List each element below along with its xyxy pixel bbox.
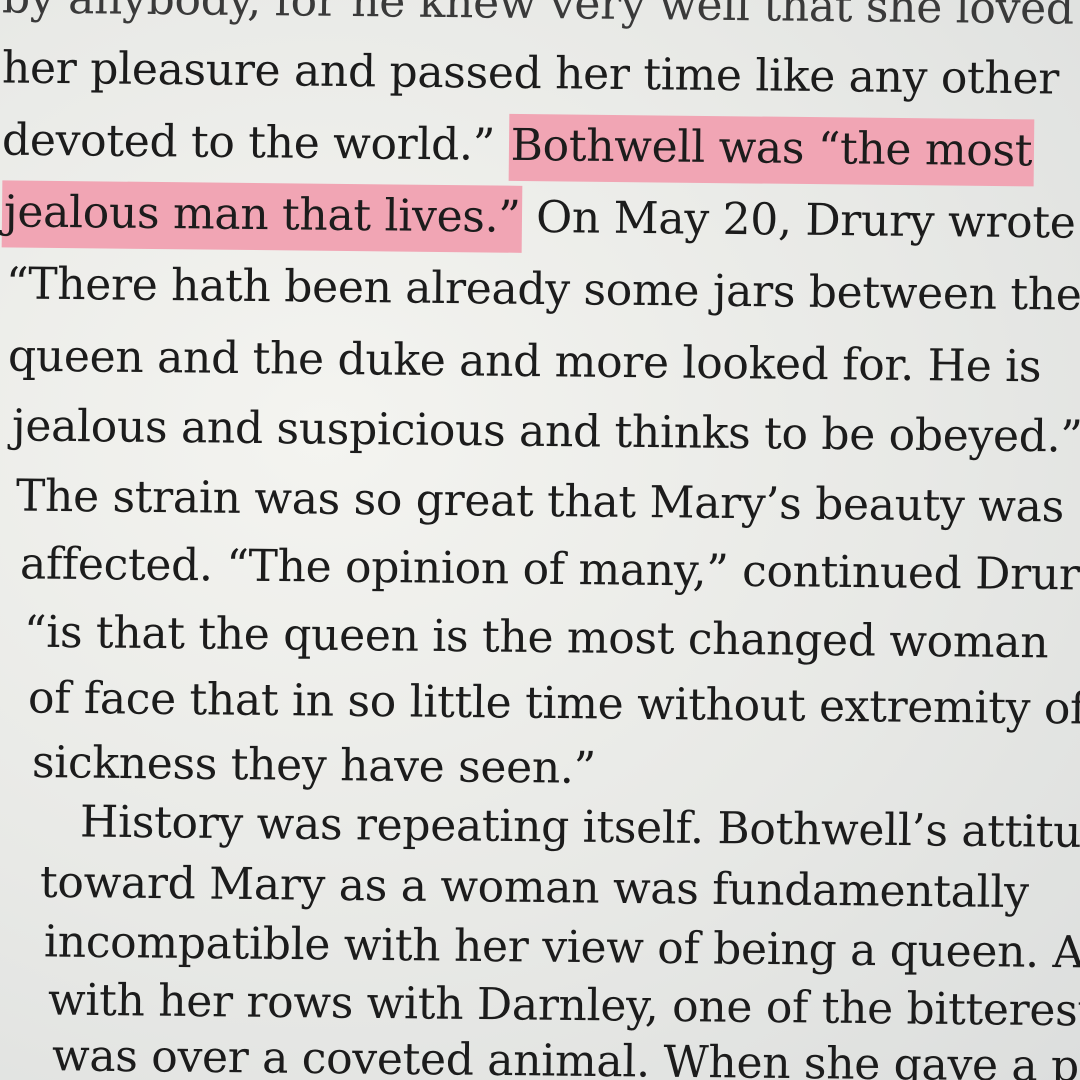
text-line-4: jealous man that lives.” On May 20, Drur… <box>1 180 1076 253</box>
highlighted-passage-part-1[interactable]: Bothwell was “the most <box>508 113 1035 187</box>
text-line-14: toward Mary as a woman was fundamentally <box>39 856 1029 919</box>
text-line-15: incompatible with her view of being a qu… <box>43 916 1080 979</box>
book-page-photo: by anybody, for he knew very well that s… <box>0 0 1080 1080</box>
text-line-9: affected. “The opinion of many,” continu… <box>19 538 1080 601</box>
text-line-8: The strain was so great that Mary’s beau… <box>15 470 1065 533</box>
text-line-3-start: devoted to the world.” <box>1 114 496 171</box>
highlighted-passage-part-2[interactable]: jealous man that lives.” <box>1 180 523 253</box>
text-line-7: jealous and suspicious and thinks to be … <box>11 400 1080 463</box>
text-line-3: devoted to the world.” Bothwell was “the… <box>2 113 1035 187</box>
text-line-12: sickness they have seen.” <box>31 737 597 794</box>
text-line-16: with her rows with Darnley, one of the b… <box>47 974 1080 1037</box>
text-line-11: of face that in so little time without e… <box>27 672 1080 735</box>
text-line-4-end: On May 20, Drury wrote <box>535 191 1076 249</box>
text-line-2: her pleasure and passed her time like an… <box>1 42 1060 105</box>
text-line-10: “is that the queen is the most changed w… <box>23 606 1049 669</box>
paragraph-2-first-line: History was repeating itself. Bothwell’s… <box>79 796 1080 859</box>
text-line-17: was over a coveted animal. When she gave… <box>51 1030 1080 1080</box>
text-line-1: by anybody, for he knew very well that s… <box>1 0 1075 35</box>
text-line-6: queen and the duke and more looked for. … <box>7 330 1042 393</box>
text-line-5: “There hath been already some jars betwe… <box>5 258 1080 321</box>
